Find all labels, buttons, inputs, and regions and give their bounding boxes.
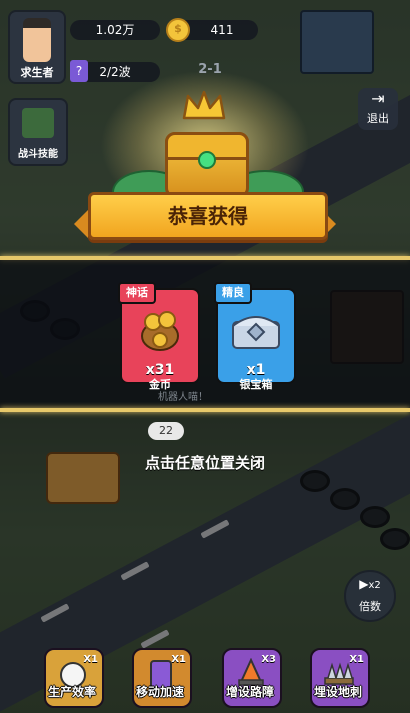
reward-card-silver-chest[interactable]: 精良 x1 — [214, 282, 296, 384]
multiplier-badge: x2 — [368, 580, 381, 591]
close-hint: 点击任意位置关闭 — [144, 454, 265, 472]
power-value: 1.02万 — [95, 23, 135, 37]
treasure-chest-icon — [165, 132, 249, 198]
boost-label: 移动加速 — [135, 685, 184, 699]
boost-label: 埋设地刺 — [313, 685, 362, 699]
timer-badge: 22 — [148, 422, 184, 440]
multiplier-label: 倍数 — [359, 600, 381, 613]
chest-gem — [198, 151, 216, 169]
boost-label: 增设路障 — [225, 685, 274, 699]
wave-icon: ? — [70, 60, 88, 82]
rarity-tag: 精良 — [214, 282, 252, 304]
reward-title: 恭喜获得 — [168, 204, 248, 228]
player-avatar[interactable]: 求生者 — [8, 10, 66, 84]
tank-icon — [22, 108, 54, 138]
wave-value: 2/2波 — [99, 65, 131, 79]
multiplier-button[interactable]: ▶x2 倍数 — [344, 570, 396, 622]
exit-label: 退出 — [367, 112, 389, 125]
band-border-bottom — [0, 408, 410, 412]
timer-value: 22 — [159, 424, 173, 437]
silver-chest-icon — [232, 316, 280, 349]
reward-name: 银宝箱 — [239, 378, 273, 391]
rarity-tag: 神话 — [118, 282, 156, 304]
skill-label: 战斗技能 — [18, 149, 58, 160]
coin-icon: $ — [166, 18, 190, 42]
reward-card-coins[interactable]: 神话 x31 — [118, 282, 200, 384]
exit-icon: ⇥ — [371, 89, 385, 108]
crown-icon — [182, 90, 226, 120]
boost-label: 生产效率 — [47, 685, 96, 699]
coins-value: 411 — [210, 23, 234, 37]
boost-count: X1 — [171, 654, 186, 665]
coin-bag-icon — [141, 311, 179, 351]
speech-text: 机器人喵！ — [158, 392, 208, 403]
power-display: 1.02万 — [70, 20, 160, 40]
player-label: 求生者 — [20, 66, 54, 79]
traffic-cone-icon — [238, 658, 264, 686]
boost-count: X1 — [83, 654, 98, 665]
play-icon: ▶x2 — [359, 577, 381, 591]
exit-button[interactable]: ⇥ 退出 — [358, 88, 398, 130]
avatar-face — [23, 18, 51, 62]
reward-title-banner: 恭喜获得 — [88, 192, 328, 240]
skill-button[interactable]: 战斗技能 — [8, 98, 68, 166]
reward-band — [0, 260, 410, 408]
